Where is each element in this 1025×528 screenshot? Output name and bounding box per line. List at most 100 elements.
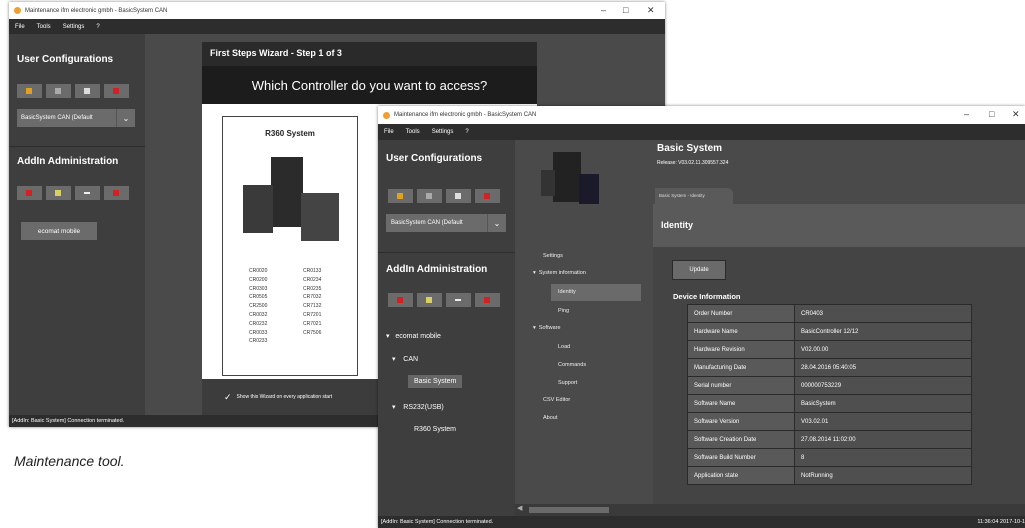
maximize-icon[interactable]: □ xyxy=(989,109,994,119)
menu-help[interactable]: ? xyxy=(96,24,99,30)
controller-code: CR0303 xyxy=(249,285,268,292)
trash-icon xyxy=(84,88,90,94)
device-info-key: Software Build Number xyxy=(687,448,795,467)
addin-delete-button[interactable] xyxy=(475,293,500,307)
remove-config-button[interactable] xyxy=(104,84,129,98)
nav-system-information[interactable]: ▾ System information xyxy=(533,270,586,276)
tree-item-rs232[interactable]: ▾ RS232(USB) xyxy=(392,403,444,411)
scroll-left-icon[interactable]: ◀ xyxy=(517,504,522,512)
maximize-icon[interactable]: □ xyxy=(623,5,628,15)
menu-settings[interactable]: Settings xyxy=(63,24,85,30)
device-info-value: BasicController 12/12 xyxy=(794,322,972,341)
addin-move-button[interactable] xyxy=(75,186,100,200)
controller-code: CR7201 xyxy=(303,311,322,318)
nav-column: Settings ▾ System information Identity P… xyxy=(515,140,653,504)
delete-config-button[interactable] xyxy=(446,189,471,203)
import-config-button[interactable] xyxy=(17,84,42,98)
pane-divider xyxy=(378,252,515,253)
remove-icon xyxy=(484,193,490,199)
device-info-value: 28.04.2016 05:40:05 xyxy=(794,358,972,377)
tab-label: Basic System - Identity xyxy=(659,193,705,198)
addin-add-button[interactable] xyxy=(417,293,442,307)
remove-icon xyxy=(484,297,490,303)
remove-config-button[interactable] xyxy=(475,189,500,203)
scroll-thumb[interactable] xyxy=(529,507,609,513)
addin-remove-button[interactable] xyxy=(17,186,42,200)
config-select-value: BasicSystem CAN (Default xyxy=(391,220,463,226)
front-window: Maintenance ifm electronic gmbh - BasicS… xyxy=(378,106,1025,528)
close-icon[interactable]: ✕ xyxy=(1012,109,1020,120)
front-titlebar: Maintenance ifm electronic gmbh - BasicS… xyxy=(378,106,1025,124)
minimize-icon[interactable]: – xyxy=(964,109,969,119)
menu-file[interactable]: File xyxy=(384,129,394,135)
addin-heading: AddIn Administration xyxy=(386,264,488,275)
nav-tree: Settings ▾ System information Identity P… xyxy=(515,248,653,448)
device-info-row: Software Build Number 8 xyxy=(687,448,972,467)
device-info-key: Software Version xyxy=(687,412,795,431)
nav-support[interactable]: Support xyxy=(558,380,577,386)
import-config-button[interactable] xyxy=(388,189,413,203)
tree-item-ecomat[interactable]: ▾ ecomat mobile xyxy=(386,332,441,340)
tab-basic-system-identity[interactable]: Basic System - Identity xyxy=(655,188,733,204)
tree-item-label: CAN xyxy=(403,356,419,363)
wizard-question-bar: Which Controller do you want to access? xyxy=(202,66,537,104)
nav-load[interactable]: Load xyxy=(558,344,570,350)
horizontal-scrollbar[interactable]: ◀ xyxy=(515,504,1025,516)
device-info-row: Hardware Name BasicController 12/12 xyxy=(687,322,972,341)
checkmark-icon[interactable]: ✓ xyxy=(224,392,232,403)
config-select[interactable]: BasicSystem CAN (Default ⌄ xyxy=(386,214,506,232)
device-image xyxy=(539,150,599,210)
nav-ping[interactable]: Ping xyxy=(558,308,569,314)
controller-code: CR7032 xyxy=(303,294,322,301)
device-info-row: Serial number 000000753229 xyxy=(687,376,972,395)
controller-code: CR2500 xyxy=(249,303,268,310)
tree-item-basic-system[interactable]: Basic System xyxy=(408,375,463,388)
controller-code: CR0505 xyxy=(249,294,268,301)
menu-tools[interactable]: Tools xyxy=(37,24,51,30)
device-info-key: Application state xyxy=(687,466,795,485)
config-select[interactable]: BasicSystem CAN (Default ⌄ xyxy=(17,109,135,127)
user-config-toolbar xyxy=(17,84,133,98)
device-info-key: Hardware Name xyxy=(687,322,795,341)
update-button[interactable]: Update xyxy=(672,260,726,280)
identity-header: Identity xyxy=(653,204,1025,247)
wizard-title: First Steps Wizard - Step 1 of 3 xyxy=(210,48,342,58)
user-config-heading: User Configurations xyxy=(386,153,483,164)
nav-identity[interactable]: Identity xyxy=(551,284,641,301)
menu-tools[interactable]: Tools xyxy=(406,129,420,135)
close-icon[interactable]: ✕ xyxy=(647,5,655,16)
nav-about[interactable]: About xyxy=(543,415,557,421)
ecomat-mobile-button[interactable]: ecomat mobile xyxy=(21,222,97,240)
device-info-value: V03.02.01 xyxy=(794,412,972,431)
remove-icon xyxy=(397,297,403,303)
tree-item-r360[interactable]: R360 System xyxy=(414,426,456,433)
addin-toolbar xyxy=(388,293,504,307)
tree-item-can[interactable]: ▾ CAN xyxy=(392,355,418,363)
addin-tree: ▾ ecomat mobile ▾ CAN Basic System ▾ RS2… xyxy=(378,328,515,448)
addin-move-button[interactable] xyxy=(446,293,471,307)
minimize-icon[interactable]: – xyxy=(601,5,606,15)
addin-add-button[interactable] xyxy=(46,186,71,200)
device-info-heading: Device Information xyxy=(673,292,741,301)
device-info-row: Software Name BasicSystem xyxy=(687,394,972,413)
nav-csv-editor[interactable]: CSV Editor xyxy=(543,397,570,403)
user-config-toolbar xyxy=(388,189,504,203)
save-config-button[interactable] xyxy=(46,84,71,98)
addin-delete-button[interactable] xyxy=(104,186,129,200)
nav-commands[interactable]: Commands xyxy=(558,362,586,368)
addin-remove-button[interactable] xyxy=(388,293,413,307)
nav-settings[interactable]: Settings xyxy=(543,253,563,259)
controller-codes-left: CR0020 CR0200 CR0303 CR0505 CR2500 CR003… xyxy=(249,267,267,346)
delete-config-button[interactable] xyxy=(75,84,100,98)
nav-software[interactable]: ▾ Software xyxy=(533,325,561,331)
menu-settings[interactable]: Settings xyxy=(432,129,454,135)
device-info-value: 27.08.2014 11:02:00 xyxy=(794,430,972,449)
menu-file[interactable]: File xyxy=(15,24,25,30)
controller-code: CR0133 xyxy=(303,268,322,274)
database-icon xyxy=(426,193,432,199)
device-info-key: Serial number xyxy=(687,376,795,395)
menu-help[interactable]: ? xyxy=(465,129,468,135)
device-info-value: BasicSystem xyxy=(794,394,972,413)
controller-card-r360[interactable]: R360 System CR0020 CR0200 CR0303 CR0505 … xyxy=(222,116,358,376)
save-config-button[interactable] xyxy=(417,189,442,203)
